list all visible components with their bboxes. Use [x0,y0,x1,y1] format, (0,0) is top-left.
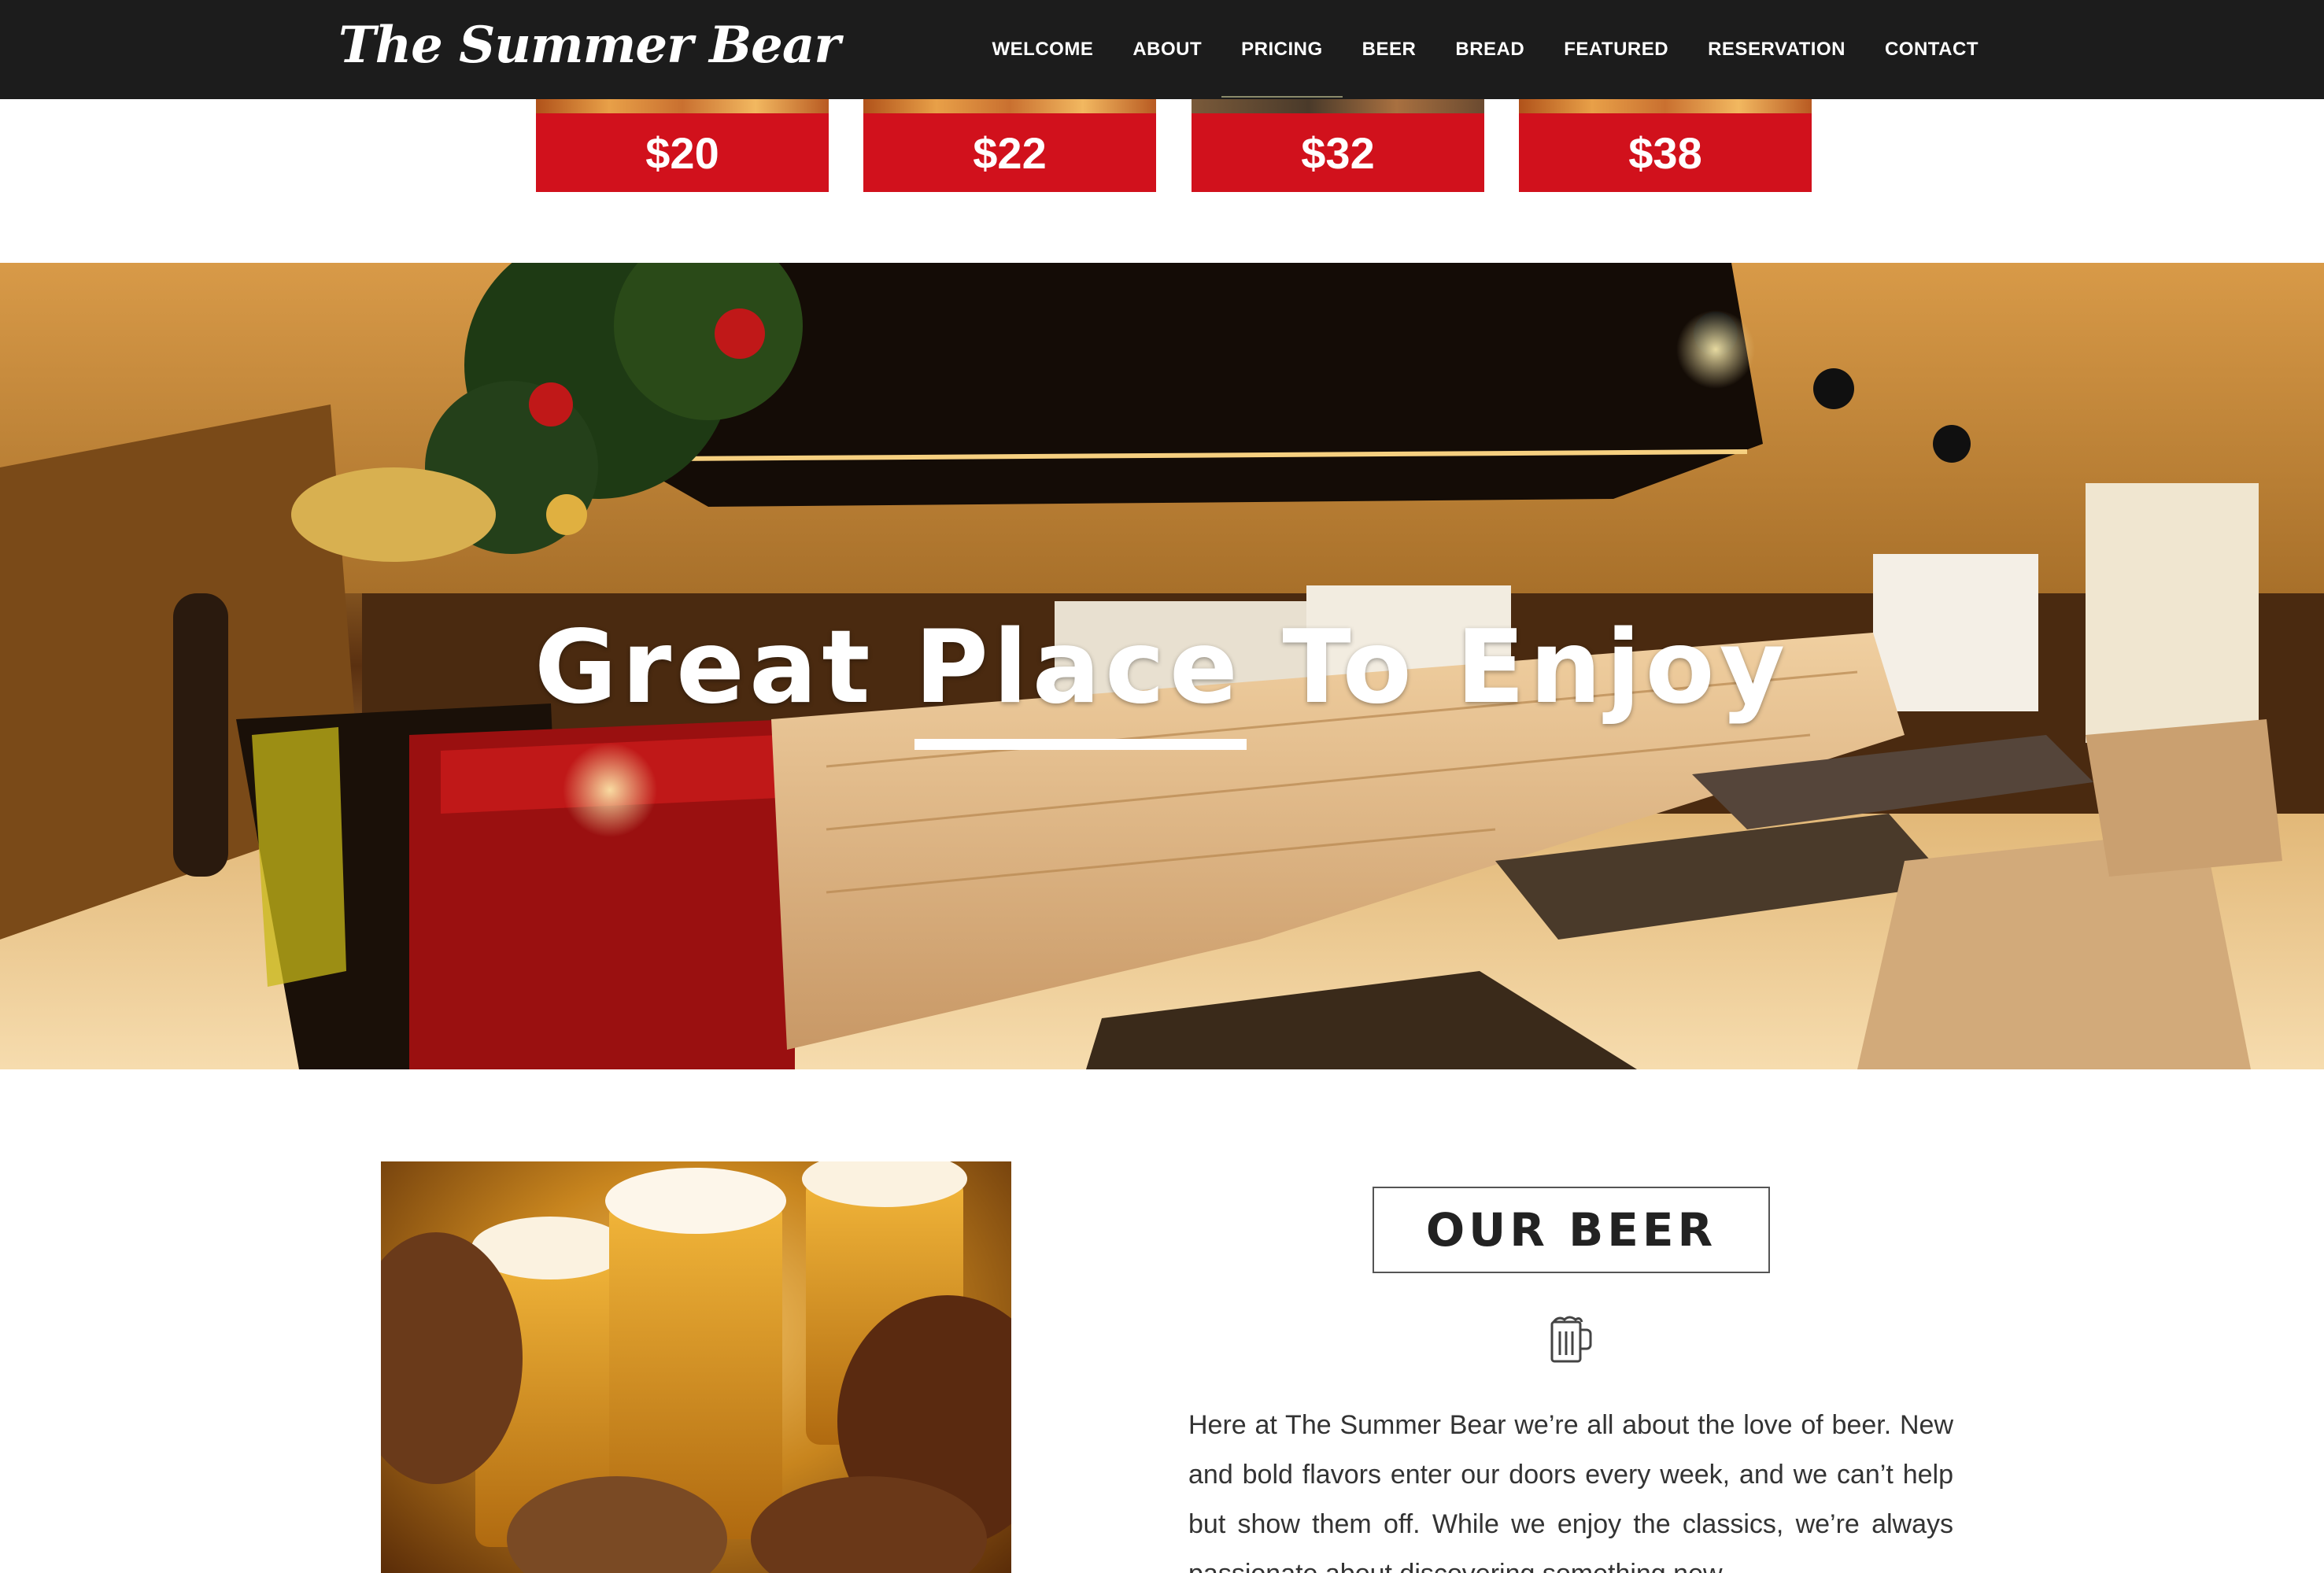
price-card-image [1192,99,1484,113]
beer-mugs-illustration [381,1161,1011,1573]
nav-item-welcome[interactable]: WELCOME [973,39,1114,61]
beer-description: Here at The Summer Bear we’re all about … [1188,1410,1953,1573]
price-label: $32 [1192,113,1484,192]
nav-item-bread[interactable]: BREAD [1435,39,1544,61]
nav-item-featured[interactable]: FEATURED [1544,39,1688,61]
beer-mug-icon [1549,1314,1593,1364]
hero-title-underline [914,739,1247,750]
hero-banner: Great Place To Enjoy [0,263,2324,1069]
price-card-image [1519,99,1812,113]
beer-toast-image [381,1161,1011,1573]
nav-item-beer[interactable]: BEER [1343,39,1436,61]
nav-item-pricing[interactable]: PRICING [1221,39,1343,98]
price-card[interactable]: $32 [1192,99,1484,192]
brand-logo[interactable]: The Summer Bear [338,16,841,75]
price-label: $20 [536,113,829,192]
our-beer-heading: OUR BEER [1373,1187,1770,1273]
nav-item-reservation[interactable]: RESERVATION [1688,39,1865,61]
nav-menu: WELCOME ABOUT PRICING BEER BREAD FEATURE… [973,0,1999,99]
nav-item-contact[interactable]: CONTACT [1865,39,1998,61]
price-label: $22 [863,113,1156,192]
price-label: $38 [1519,113,1812,192]
price-card[interactable]: $38 [1519,99,1812,192]
pricing-row: $20 $22 $32 $38 [0,99,2324,192]
price-card[interactable]: $20 [536,99,829,192]
price-card-image [863,99,1156,113]
nav-item-about[interactable]: ABOUT [1113,39,1221,61]
navbar: The Summer Bear WELCOME ABOUT PRICING BE… [0,0,2324,99]
price-card[interactable]: $22 [863,99,1156,192]
price-card-image [536,99,829,113]
hero-title: Great Place To Enjoy [534,609,1790,726]
